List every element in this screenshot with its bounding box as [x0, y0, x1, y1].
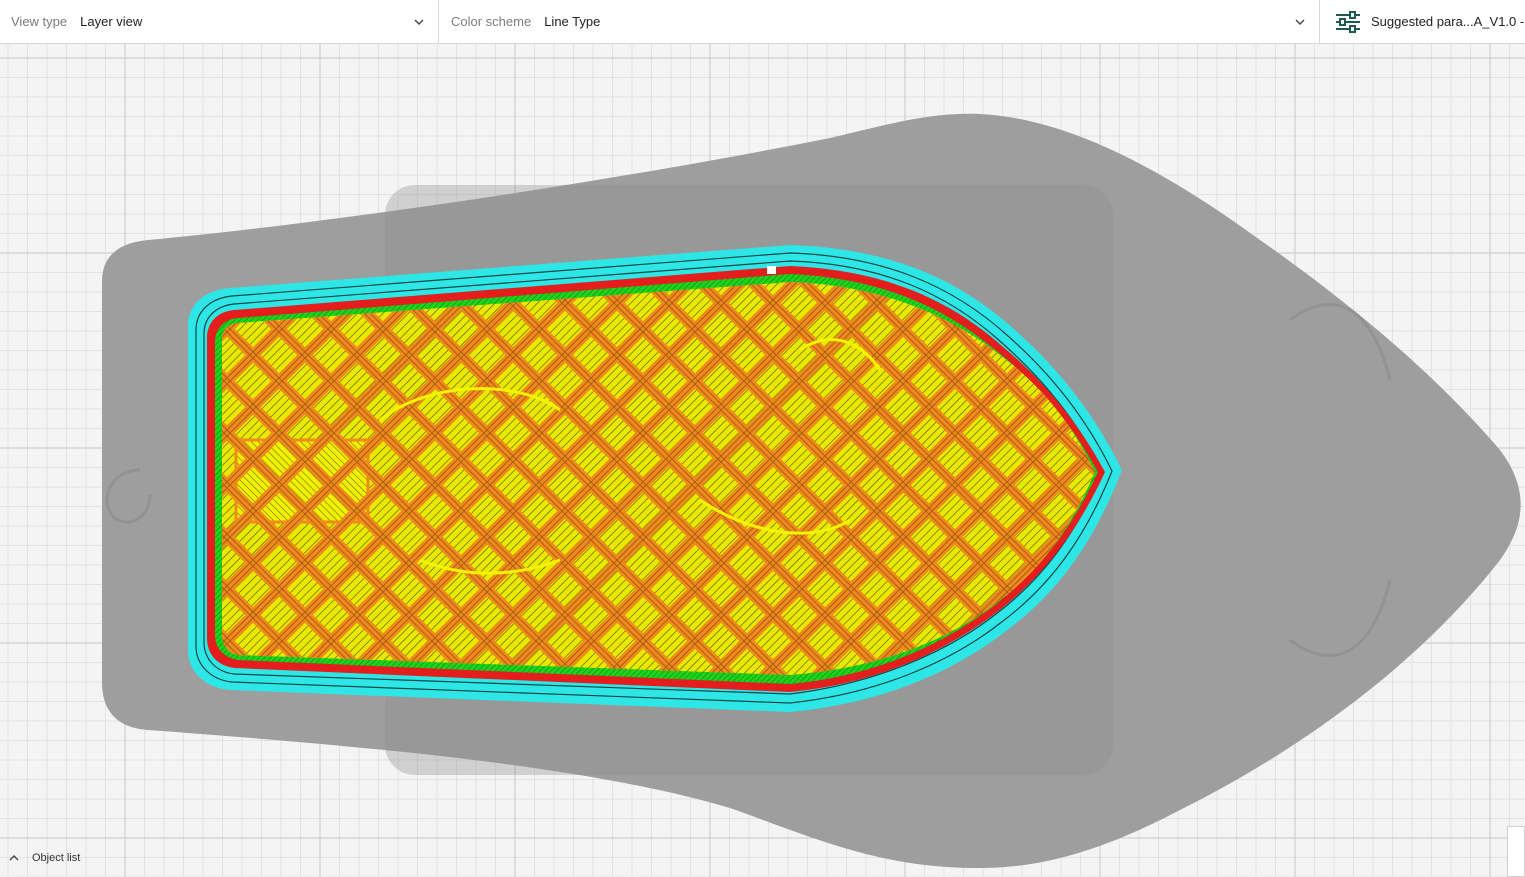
print-settings-value: Suggested para...A_V1.0 - 0	[1371, 14, 1525, 29]
chevron-up-icon	[9, 855, 19, 861]
color-scheme-dropdown[interactable]: Color scheme Line Type	[438, 0, 1319, 44]
side-panel-edge	[1507, 826, 1525, 877]
print-settings-button[interactable]: Suggested para...A_V1.0 - 0	[1319, 0, 1525, 44]
view-type-value: Layer view	[80, 14, 143, 29]
seam-marker	[767, 266, 776, 274]
color-scheme-value: Line Type	[544, 14, 601, 29]
object-list-toggle[interactable]: Object list	[8, 848, 80, 868]
object-list-label: Object list	[32, 852, 81, 864]
view-type-dropdown[interactable]: View type Layer view	[0, 0, 438, 44]
chevron-down-icon	[414, 19, 424, 25]
layer-view-viewport[interactable]	[0, 44, 1525, 877]
top-toolbar: View type Layer view Color scheme Line T…	[0, 0, 1525, 44]
color-scheme-label: Color scheme	[451, 14, 532, 29]
view-type-label: View type	[11, 14, 68, 29]
chevron-down-icon	[1295, 19, 1305, 25]
sliders-icon	[1336, 10, 1360, 33]
